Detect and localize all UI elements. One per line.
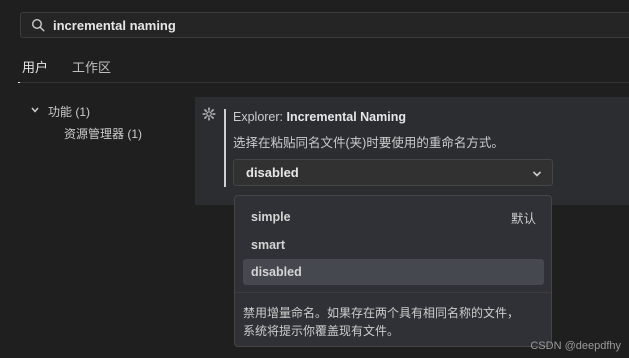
tab-workspace[interactable]: 工作区 <box>68 55 115 83</box>
default-badge: 默认 <box>510 211 536 226</box>
setting-category: Explorer: <box>233 110 287 124</box>
search-icon <box>31 18 45 32</box>
search-value: incremental naming <box>53 17 176 33</box>
chevron-down-icon <box>531 167 543 179</box>
option-description-line: 禁用增量命名。如果存在两个具有相同名称的文件， <box>243 306 520 320</box>
tab-user[interactable]: 用户 <box>18 55 53 83</box>
gear-icon[interactable] <box>202 107 216 121</box>
option-smart[interactable]: smart <box>243 232 544 258</box>
settings-tabs: 用户 工作区 <box>18 55 115 83</box>
setting-focus-bar <box>224 109 226 187</box>
tree-item-features[interactable]: 功能 (1) <box>30 100 142 122</box>
option-simple[interactable]: simple 默认 <box>243 204 544 230</box>
tree-item-label: 资源管理器 (1) <box>64 126 143 141</box>
select-value: disabled <box>246 165 299 180</box>
tree-item-explorer[interactable]: 资源管理器 (1) <box>30 122 142 144</box>
settings-tree: 功能 (1) 资源管理器 (1) <box>30 100 142 144</box>
incremental-naming-select[interactable]: disabled <box>233 159 553 186</box>
option-description-line: 系统将提示你覆盖现有文件。 <box>243 324 400 338</box>
option-disabled[interactable]: disabled <box>243 259 544 285</box>
option-description: 禁用增量命名。如果存在两个具有相同名称的文件， 系统将提示你覆盖现有文件。 <box>243 304 543 340</box>
option-label: simple <box>251 210 291 224</box>
search-input[interactable]: incremental naming <box>20 12 629 38</box>
tree-item-label: 功能 (1) <box>48 104 91 119</box>
option-label: disabled <box>251 265 302 279</box>
watermark: CSDN @deepdfhy <box>530 340 621 352</box>
tabs-divider <box>20 82 629 83</box>
dropdown-divider <box>235 292 551 293</box>
setting-description: 选择在粘贴同名文件(夹)时要使用的重命名方式。 <box>233 136 504 150</box>
setting-title: Explorer: Incremental Naming <box>233 110 406 124</box>
chevron-down-icon <box>30 104 42 118</box>
select-dropdown: simple 默认 smart disabled 禁用增量命名。如果存在两个具有… <box>234 195 552 347</box>
setting-name: Incremental Naming <box>286 110 406 124</box>
option-label: smart <box>251 238 286 252</box>
